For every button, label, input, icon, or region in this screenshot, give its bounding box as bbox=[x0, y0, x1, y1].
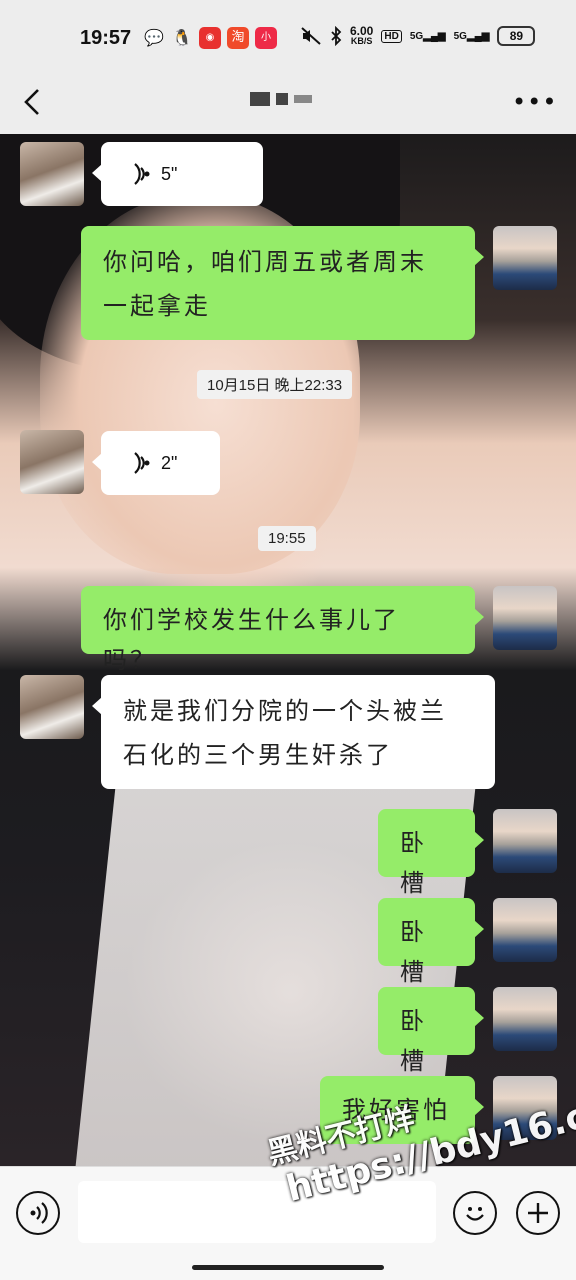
text-message[interactable]: 卧槽 bbox=[378, 987, 484, 1075]
qq-icon: 🐧 bbox=[172, 28, 192, 47]
home-indicator bbox=[192, 1265, 384, 1270]
plus-icon[interactable] bbox=[516, 1191, 560, 1235]
text-message[interactable]: 你们学校发生什么事儿了吗？ bbox=[81, 586, 484, 674]
network-speed: 6.00 KB/S bbox=[350, 24, 374, 46]
smiley-face-icon bbox=[466, 1207, 484, 1221]
plus-sign-icon bbox=[528, 1203, 548, 1223]
avatar[interactable] bbox=[493, 898, 557, 962]
signal-icon: 5G▂▄▆ bbox=[453, 30, 490, 42]
avatar[interactable] bbox=[493, 809, 557, 873]
battery-icon: 89 bbox=[497, 26, 536, 46]
bluetooth-icon bbox=[331, 26, 342, 46]
more-dots-icon[interactable]: ••• bbox=[512, 88, 557, 116]
signal-icon: 5G▂▄▆ bbox=[409, 30, 446, 42]
taobao-icon: 淘 bbox=[227, 27, 249, 49]
voice-wave-icon bbox=[134, 163, 150, 185]
status-bar: 19:57 💬 🐧 ◉ 淘 小 6.00 KB/S HD 5G▂▄▆ 5G▂▄▆… bbox=[0, 0, 576, 72]
app-red-icon: ◉ bbox=[199, 27, 221, 49]
mute-icon bbox=[301, 27, 321, 45]
emoji-icon[interactable] bbox=[453, 1191, 497, 1235]
xiaohongshu-icon: 小 bbox=[255, 27, 277, 49]
system-status-icons: 6.00 KB/S HD 5G▂▄▆ 5G▂▄▆ 89 bbox=[300, 24, 536, 46]
text-message[interactable]: 就是我们分院的一个头被兰石化的三个男生奸杀了 bbox=[92, 675, 495, 789]
voice-wave-icon bbox=[134, 452, 150, 474]
chat-message-list[interactable]: 5" 你问哈，咱们周五或者周末一起拿走 10月15日 晚上22:33 2" 19… bbox=[0, 134, 576, 1166]
notification-app-icons: 💬 🐧 ◉ 淘 小 bbox=[143, 27, 277, 49]
timestamp: 10月15日 晚上22:33 bbox=[197, 370, 353, 399]
chevron-left-icon[interactable] bbox=[20, 84, 50, 120]
timestamp: 19:55 bbox=[258, 526, 316, 551]
message-input[interactable] bbox=[78, 1181, 436, 1243]
voice-duration: 5" bbox=[161, 163, 178, 184]
message-text: 就是我们分院的一个头被兰石化的三个男生奸杀了 bbox=[123, 697, 447, 769]
chat-header: ••• bbox=[0, 72, 576, 134]
text-message[interactable]: 卧槽 bbox=[378, 898, 484, 986]
wechat-icon: 💬 bbox=[144, 28, 164, 47]
voice-toggle-icon[interactable] bbox=[16, 1191, 60, 1235]
text-message[interactable]: 你问哈，咱们周五或者周末一起拿走 bbox=[81, 226, 484, 340]
voice-duration: 2" bbox=[161, 452, 178, 473]
hd-icon: HD bbox=[381, 29, 402, 43]
chat-title-obscured bbox=[250, 92, 312, 106]
avatar[interactable] bbox=[20, 142, 84, 206]
avatar[interactable] bbox=[493, 226, 557, 290]
avatar[interactable] bbox=[20, 675, 84, 739]
avatar[interactable] bbox=[493, 586, 557, 650]
avatar[interactable] bbox=[493, 987, 557, 1051]
avatar[interactable] bbox=[20, 430, 84, 494]
voice-message[interactable]: 5" bbox=[92, 142, 263, 206]
message-text: 你问哈，咱们周五或者周末一起拿走 bbox=[103, 248, 427, 320]
status-time: 19:57 bbox=[80, 27, 132, 49]
voice-message[interactable]: 2" bbox=[92, 431, 220, 495]
voice-wave-icon bbox=[30, 1202, 48, 1224]
text-message[interactable]: 卧槽 bbox=[378, 809, 484, 897]
